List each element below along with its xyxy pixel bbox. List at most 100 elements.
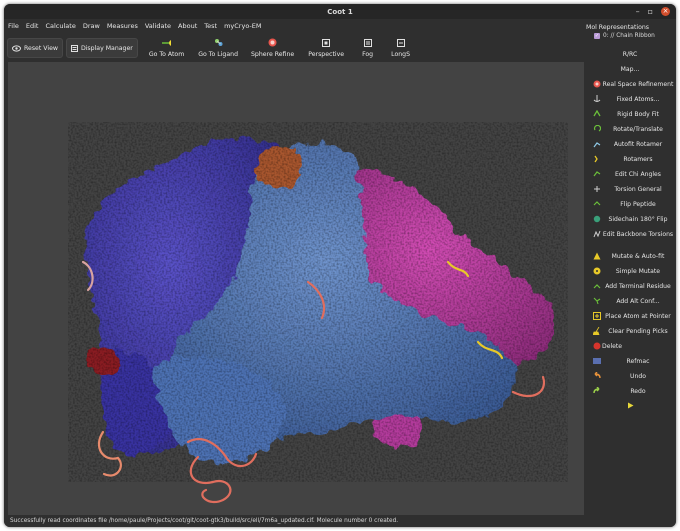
status-message: Successfully read coordinates file /home… [10, 518, 399, 524]
go-to-atom-label: Go To Atom [148, 51, 185, 58]
display-manager-label: Display Manager [80, 44, 133, 52]
mol-representation-label: 0: // Chain Ribbon [603, 33, 655, 39]
map-label: Map... [620, 66, 640, 73]
perspective-label: Perspective [308, 51, 345, 58]
window-title: Coot 1 [327, 7, 353, 16]
sphere-refine-icon [268, 38, 277, 47]
refmac-label: Refmac [626, 358, 650, 365]
add-alt-conf-label: Add Alt Conf... [616, 298, 660, 305]
undo-button[interactable]: Undo [584, 369, 676, 384]
torsion-general-button[interactable]: Torsion General [584, 182, 676, 197]
perspective-icon [322, 38, 331, 47]
rrc-label: R/RC [622, 51, 638, 58]
fog-button[interactable]: Fog [362, 32, 373, 62]
delete-button[interactable]: Delete [584, 339, 676, 354]
autofit-rotamer-button[interactable]: Autofit Rotamer [584, 137, 676, 152]
play-icon [584, 402, 676, 411]
menu-edit[interactable]: Edit [26, 22, 39, 30]
go-to-ligand-icon [214, 38, 223, 47]
mol-representation-item[interactable]: ✓ 0: // Chain Ribbon [584, 31, 676, 39]
menu-validate[interactable]: Validate [145, 22, 171, 30]
sidechain-flip-button[interactable]: Sidechain 180° Flip [584, 212, 676, 227]
rotate-translate-button[interactable]: Rotate/Translate [584, 122, 676, 137]
minimize-icon[interactable]: – [636, 7, 640, 16]
play-button[interactable] [584, 399, 676, 414]
menu-bar: File Edit Calculate Draw Measures Valida… [4, 19, 584, 32]
go-to-ligand-button[interactable]: Go To Ligand [198, 32, 238, 62]
undo-label: Undo [630, 373, 646, 380]
rotamers-label: Rotamers [623, 156, 653, 163]
display-manager-icon [70, 44, 78, 52]
sphere-refine-button[interactable]: Sphere Refine [251, 32, 294, 62]
refmac-button[interactable]: Refmac [584, 354, 676, 369]
go-to-atom-button[interactable]: Go To Atom [149, 32, 184, 62]
add-terminal-residue-button[interactable]: Add Terminal Residue [584, 279, 676, 294]
title-bar: Coot 1 – ▫ × [4, 4, 676, 19]
cryo-em-map-render [68, 122, 568, 504]
edit-backbone-torsions-label: Edit Backbone Torsions [602, 231, 674, 238]
menu-measures[interactable]: Measures [107, 22, 138, 30]
status-bar: Successfully read coordinates file /home… [4, 515, 584, 527]
density-texture [68, 122, 568, 482]
checkbox-checked-icon[interactable]: ✓ [594, 33, 600, 39]
graphics-viewport[interactable] [8, 62, 585, 515]
real-space-refinement-button[interactable]: Real Space Refinement [584, 77, 676, 92]
mutate-autofit-label: Mutate & Auto-fit [611, 253, 665, 260]
toolbar: Reset View Display Manager Go To Atom Go… [4, 32, 584, 62]
side-panel: Mol Representations ✓ 0: // Chain Ribbon… [584, 19, 676, 527]
maximize-icon[interactable]: ▫ [648, 7, 653, 16]
mol-representations-heading: Mol Representations [586, 24, 650, 31]
flip-peptide-label: Flip Peptide [620, 201, 656, 208]
menu-test[interactable]: Test [204, 22, 217, 30]
menu-draw[interactable]: Draw [83, 22, 100, 30]
menu-mycryo-em[interactable]: myCryo-EM [224, 22, 261, 30]
edit-backbone-torsions-button[interactable]: Edit Backbone Torsions [584, 227, 676, 242]
sidechain-flip-label: Sidechain 180° Flip [608, 216, 668, 223]
clear-pending-picks-label: Clear Pending Picks [608, 328, 668, 335]
window-controls: – ▫ × [636, 7, 670, 16]
rotamers-button[interactable]: Rotamers [584, 152, 676, 167]
rotate-translate-label: Rotate/Translate [613, 126, 663, 133]
place-atom-label: Place Atom at Pointer [605, 313, 671, 320]
go-to-ligand-label: Go To Ligand [198, 51, 238, 58]
eye-icon [12, 44, 21, 52]
longs-button[interactable]: LongS [391, 32, 410, 62]
autofit-rotamer-label: Autofit Rotamer [613, 141, 663, 148]
fixed-atoms-label: Fixed Atoms... [616, 96, 660, 103]
edit-chi-angles-label: Edit Chi Angles [614, 171, 661, 178]
add-alt-conf-button[interactable]: Add Alt Conf... [584, 294, 676, 309]
rigid-body-fit-button[interactable]: Rigid Body Fit [584, 107, 676, 122]
fixed-atoms-button[interactable]: Fixed Atoms... [584, 92, 676, 107]
edit-chi-angles-button[interactable]: Edit Chi Angles [584, 167, 676, 182]
close-icon[interactable]: × [661, 7, 670, 16]
delete-label: Delete [602, 343, 623, 350]
simple-mutate-button[interactable]: Simple Mutate [584, 264, 676, 279]
sphere-refine-label: Sphere Refine [251, 51, 295, 58]
longs-label: LongS [391, 51, 411, 58]
coot-window: Coot 1 – ▫ × File Edit Calculate Draw Me… [4, 4, 676, 527]
display-manager-button[interactable]: Display Manager [65, 38, 138, 58]
go-to-atom-icon [162, 38, 172, 47]
menu-calculate[interactable]: Calculate [45, 22, 75, 30]
reset-view-label: Reset View [24, 44, 58, 52]
rrc-button[interactable]: R/RC [584, 47, 676, 62]
perspective-button[interactable]: Perspective [308, 32, 344, 62]
menu-about[interactable]: About [178, 22, 197, 30]
map-button[interactable]: Map... [584, 62, 676, 77]
simple-mutate-label: Simple Mutate [615, 268, 661, 275]
place-atom-button[interactable]: Place Atom at Pointer [584, 309, 676, 324]
add-terminal-residue-label: Add Terminal Residue [605, 283, 671, 290]
longs-icon [396, 38, 405, 47]
menu-file[interactable]: File [8, 22, 19, 30]
fog-icon [363, 38, 372, 47]
torsion-general-label: Torsion General [614, 186, 662, 193]
mutate-autofit-button[interactable]: Mutate & Auto-fit [584, 249, 676, 264]
reset-view-button[interactable]: Reset View [7, 38, 63, 58]
real-space-refinement-label: Real Space Refinement [602, 81, 674, 88]
flip-peptide-button[interactable]: Flip Peptide [584, 197, 676, 212]
redo-button[interactable]: Redo [584, 384, 676, 399]
clear-pending-picks-button[interactable]: Clear Pending Picks [584, 324, 676, 339]
redo-label: Redo [630, 388, 646, 395]
fog-label: Fog [362, 51, 374, 58]
rigid-body-fit-label: Rigid Body Fit [617, 111, 659, 118]
